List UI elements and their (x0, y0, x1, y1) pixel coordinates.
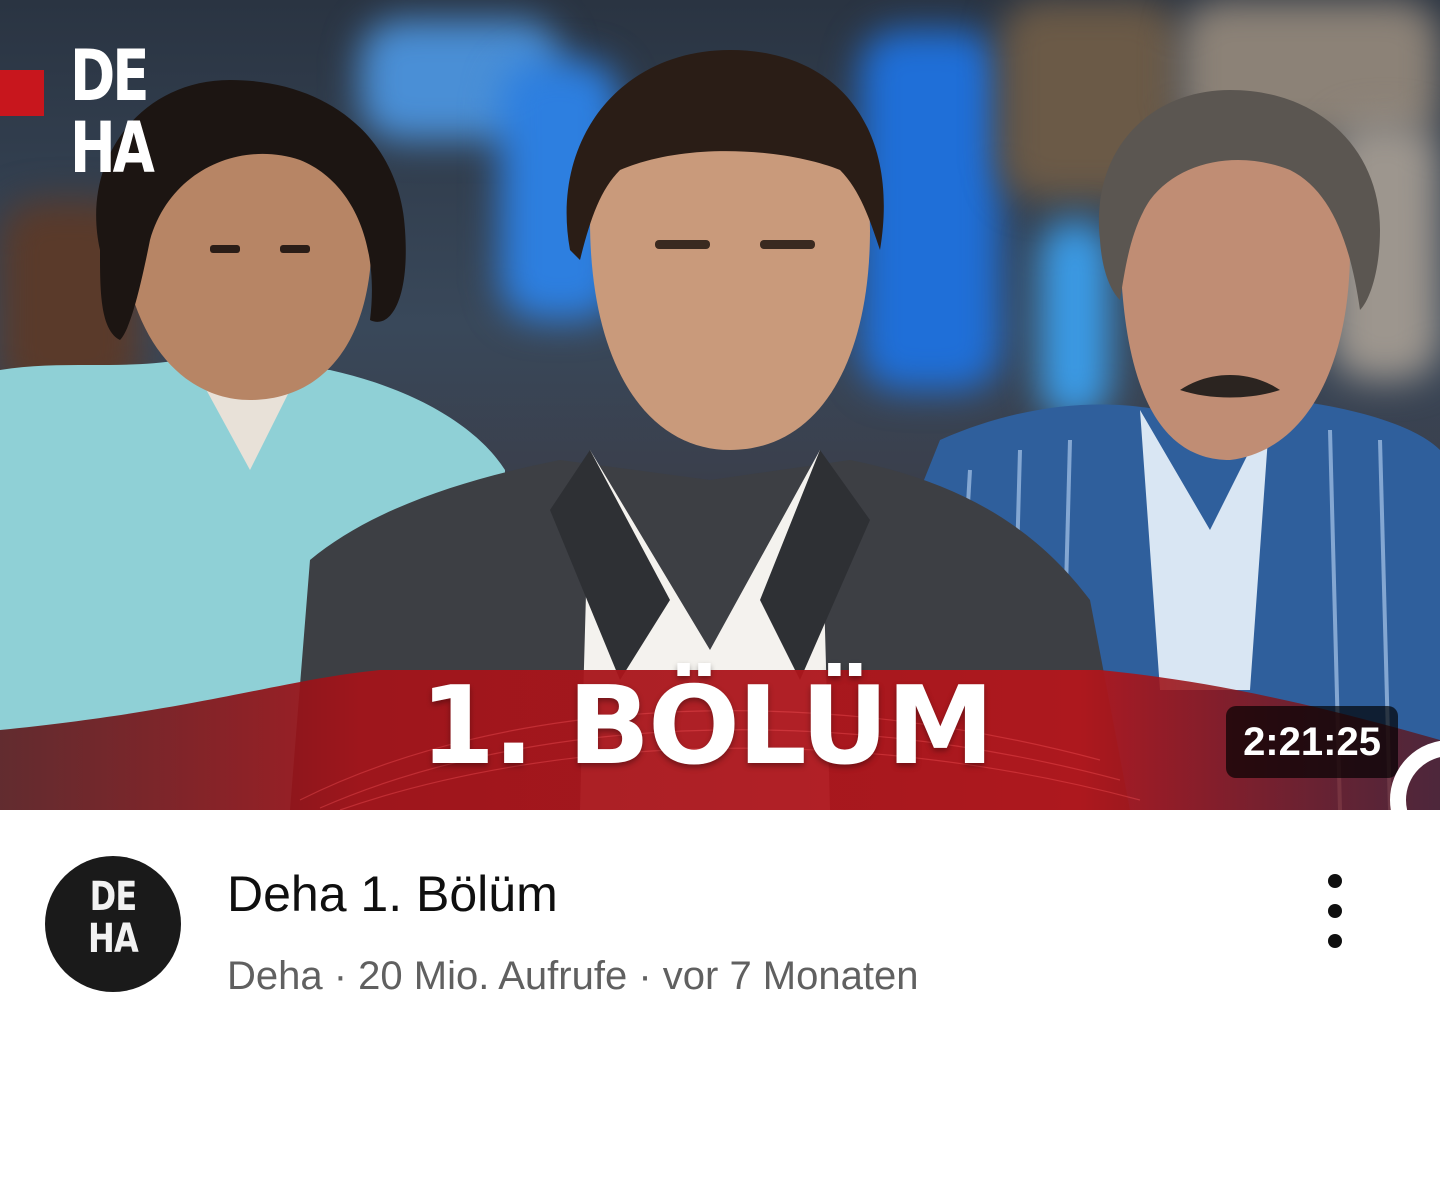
dot (1328, 904, 1342, 918)
upload-age: vor 7 Monaten (662, 954, 919, 998)
thumbnail-logo: DE HA (0, 40, 180, 210)
duration-badge: 2:21:25 (1226, 706, 1398, 778)
thumbnail-episode-title: 1. BÖLÜM (420, 664, 994, 789)
dot (1328, 874, 1342, 888)
channel-name[interactable]: Deha (227, 954, 323, 998)
separator: · (322, 954, 359, 998)
view-count: 20 Mio. Aufrufe (358, 954, 628, 998)
video-subline: Deha · 20 Mio. Aufrufe · vor 7 Monaten (227, 950, 1227, 1002)
more-vertical-icon[interactable] (1305, 864, 1365, 994)
video-title[interactable]: Deha 1. Bölüm (227, 862, 1227, 926)
channel-avatar-text: DE HA (88, 874, 139, 962)
dot (1328, 934, 1342, 948)
thumbnail-logo-text: DE HA (70, 35, 155, 189)
channel-avatar[interactable]: DE HA (45, 856, 181, 992)
separator: · (627, 954, 663, 998)
logo-red-bar (0, 70, 44, 116)
video-metadata: DE HA Deha 1. Bölüm Deha · 20 Mio. Aufru… (0, 810, 1440, 1185)
video-thumbnail[interactable]: DE HA 1. BÖLÜM 2:21:25 (0, 0, 1440, 810)
